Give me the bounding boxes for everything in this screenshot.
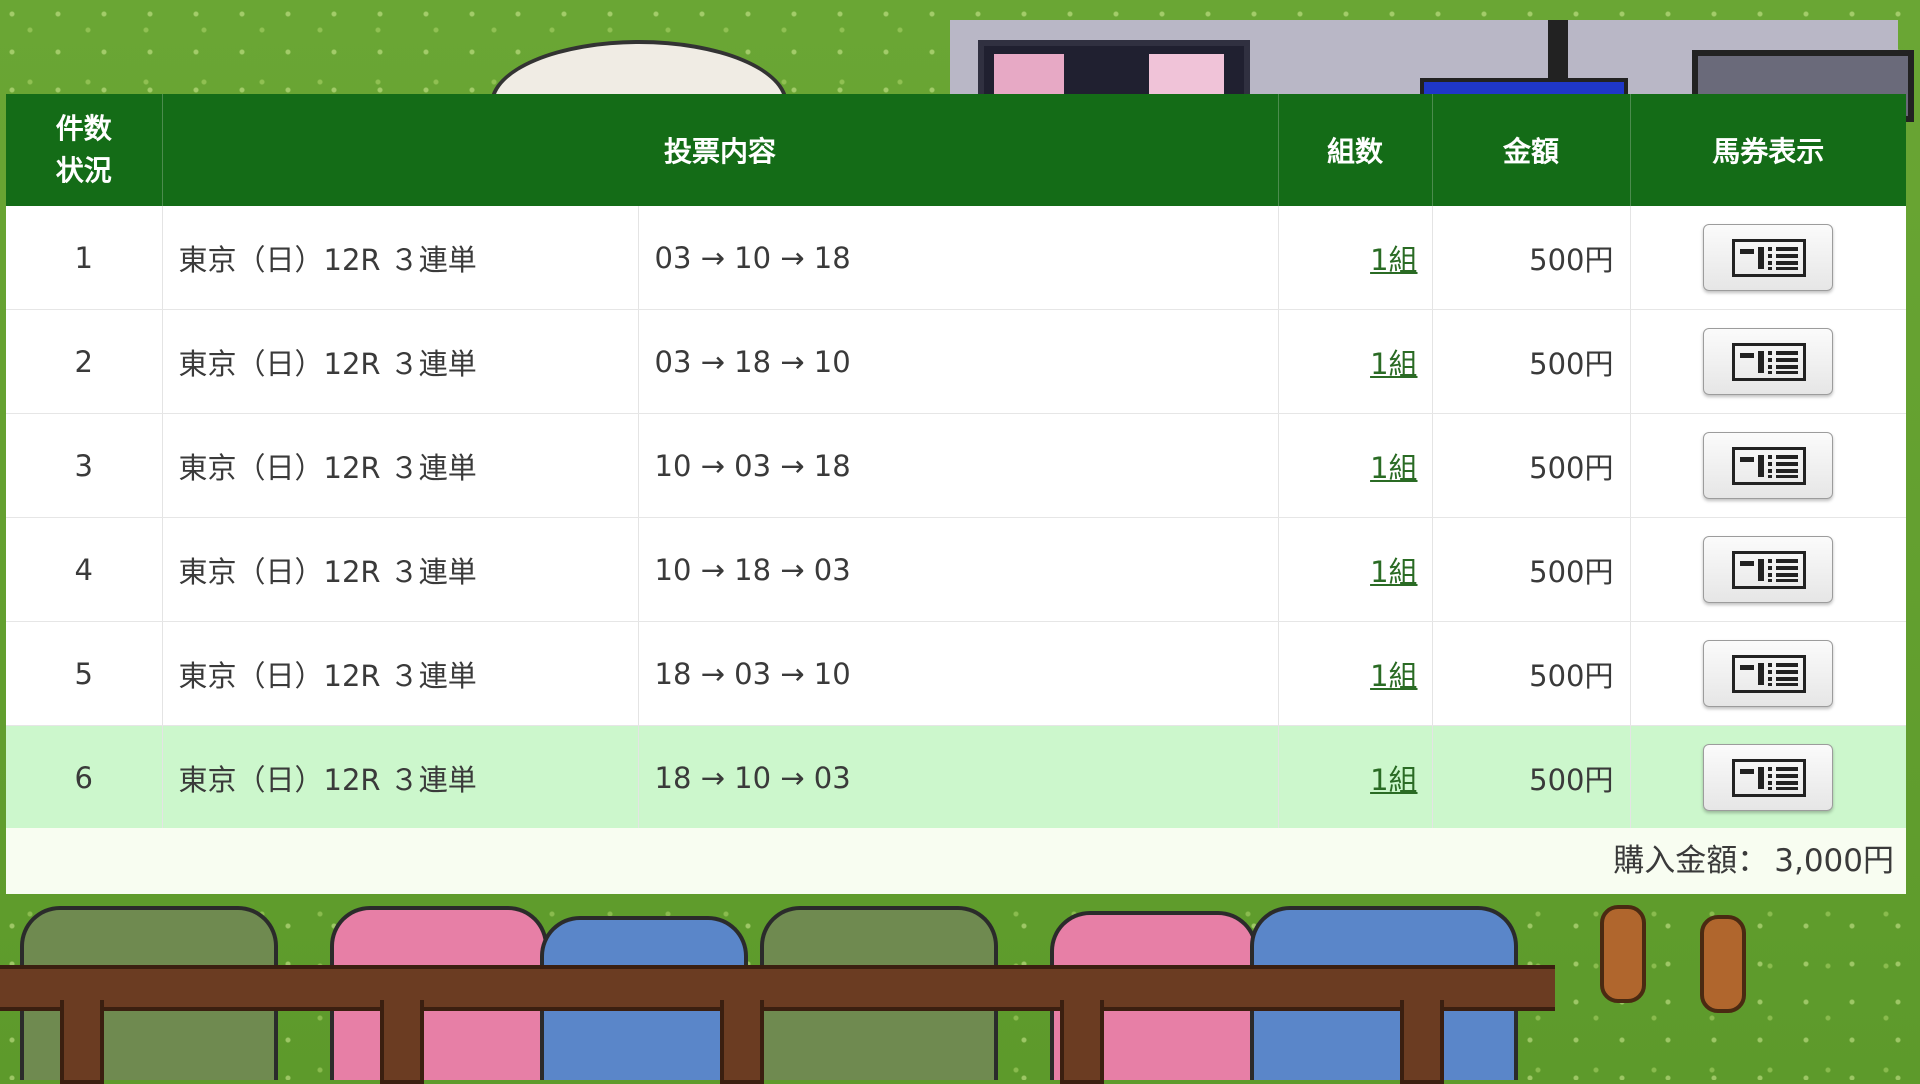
row-ticket-cell xyxy=(1629,517,1907,622)
table-row: 5 東京（日）12R ３連単 18 → 03 → 10 1組 500円 xyxy=(6,621,1907,726)
table-header-row: 件数 状況 投票内容 組数 金額 馬券表示 xyxy=(6,94,1907,206)
row-amount: 500円 xyxy=(1431,309,1631,414)
row-race: 東京（日）12R ３連単 xyxy=(161,725,638,830)
ticket-view-button[interactable] xyxy=(1703,744,1834,811)
header-bet-content: 投票内容 xyxy=(161,94,1279,206)
row-amount: 500円 xyxy=(1431,206,1631,310)
row-sets-cell: 1組 xyxy=(1277,621,1433,726)
table-row: 4 東京（日）12R ３連単 10 → 18 → 03 1組 500円 xyxy=(6,517,1907,622)
row-race: 東京（日）12R ３連単 xyxy=(161,309,638,414)
row-number: 1 xyxy=(6,206,162,310)
purchase-total: 購入金額： 3,000円 xyxy=(6,828,1906,894)
purchase-total-label: 購入金額： xyxy=(1613,843,1769,879)
row-ticket-cell xyxy=(1629,309,1907,414)
row-combination: 10 → 18 → 03 xyxy=(637,517,1279,622)
ticket-view-icon xyxy=(1732,551,1807,589)
row-combination: 10 → 03 → 18 xyxy=(637,413,1279,518)
row-amount: 500円 xyxy=(1431,621,1631,726)
row-sets-cell: 1組 xyxy=(1277,517,1433,622)
row-combination: 03 → 10 → 18 xyxy=(637,206,1279,310)
row-combination: 18 → 03 → 10 xyxy=(637,621,1279,726)
row-number: 5 xyxy=(6,621,162,726)
header-amount: 金額 xyxy=(1431,94,1631,206)
table-row: 6 東京（日）12R ３連単 18 → 10 → 03 1組 500円 xyxy=(6,725,1907,830)
ticket-view-button[interactable] xyxy=(1703,536,1834,603)
row-sets-cell: 1組 xyxy=(1277,413,1433,518)
row-ticket-cell xyxy=(1629,621,1907,726)
header-sets: 組数 xyxy=(1277,94,1433,206)
ticket-view-icon xyxy=(1732,759,1807,797)
table-row: 3 東京（日）12R ３連単 10 → 03 → 18 1組 500円 xyxy=(6,413,1907,518)
row-amount: 500円 xyxy=(1431,413,1631,518)
table-row: 1 東京（日）12R ３連単 03 → 10 → 18 1組 500円 xyxy=(6,206,1907,310)
header-status-label: 状況 xyxy=(55,154,112,187)
row-sets-link[interactable]: 1組 xyxy=(1370,763,1417,797)
header-count-label: 件数 xyxy=(55,112,112,145)
row-combination: 18 → 10 → 03 xyxy=(637,725,1279,830)
ticket-view-icon xyxy=(1732,447,1807,485)
row-combination: 03 → 18 → 10 xyxy=(637,309,1279,414)
row-ticket-cell xyxy=(1629,413,1907,518)
ticket-view-button[interactable] xyxy=(1703,224,1834,291)
row-amount: 500円 xyxy=(1431,725,1631,830)
row-race: 東京（日）12R ３連単 xyxy=(161,413,638,518)
row-amount: 500円 xyxy=(1431,517,1631,622)
row-number: 3 xyxy=(6,413,162,518)
row-number: 2 xyxy=(6,309,162,414)
row-ticket-cell xyxy=(1629,725,1907,830)
row-sets-link[interactable]: 1組 xyxy=(1370,659,1417,693)
ticket-view-icon xyxy=(1732,343,1807,381)
background-fence-post xyxy=(60,1000,104,1084)
header-ticket-view: 馬券表示 xyxy=(1629,94,1907,206)
bet-table: 件数 状況 投票内容 組数 金額 馬券表示 1 東京（日）12R ３連単 03 … xyxy=(6,94,1907,830)
row-sets-cell: 1組 xyxy=(1277,725,1433,830)
table-row: 2 東京（日）12R ３連単 03 → 18 → 10 1組 500円 xyxy=(6,309,1907,414)
row-ticket-cell xyxy=(1629,206,1907,310)
background-fence-post xyxy=(380,1000,424,1084)
row-sets-link[interactable]: 1組 xyxy=(1370,347,1417,381)
row-race: 東京（日）12R ３連単 xyxy=(161,621,638,726)
bet-summary-panel: 件数 状況 投票内容 組数 金額 馬券表示 1 東京（日）12R ３連単 03 … xyxy=(6,94,1907,894)
background-fence xyxy=(0,965,1555,1011)
row-race: 東京（日）12R ３連単 xyxy=(161,206,638,310)
row-sets-cell: 1組 xyxy=(1277,309,1433,414)
row-sets-link[interactable]: 1組 xyxy=(1370,451,1417,485)
ticket-view-button[interactable] xyxy=(1703,328,1834,395)
row-sets-cell: 1組 xyxy=(1277,206,1433,310)
row-sets-link[interactable]: 1組 xyxy=(1370,555,1417,589)
row-number: 6 xyxy=(6,725,162,830)
ticket-view-icon xyxy=(1732,239,1807,277)
ticket-view-button[interactable] xyxy=(1703,640,1834,707)
background-horse-leg xyxy=(1700,915,1746,1013)
ticket-view-button[interactable] xyxy=(1703,432,1834,499)
header-count-status: 件数 状況 xyxy=(6,94,162,206)
background-horse-leg xyxy=(1600,905,1646,1003)
ticket-view-icon xyxy=(1732,655,1807,693)
background-fence-post xyxy=(1060,1000,1104,1084)
background-fence-post xyxy=(1400,1000,1444,1084)
row-number: 4 xyxy=(6,517,162,622)
background-fence-post xyxy=(720,1000,764,1084)
row-race: 東京（日）12R ３連単 xyxy=(161,517,638,622)
purchase-total-value: 3,000円 xyxy=(1774,843,1894,879)
row-sets-link[interactable]: 1組 xyxy=(1370,243,1417,277)
